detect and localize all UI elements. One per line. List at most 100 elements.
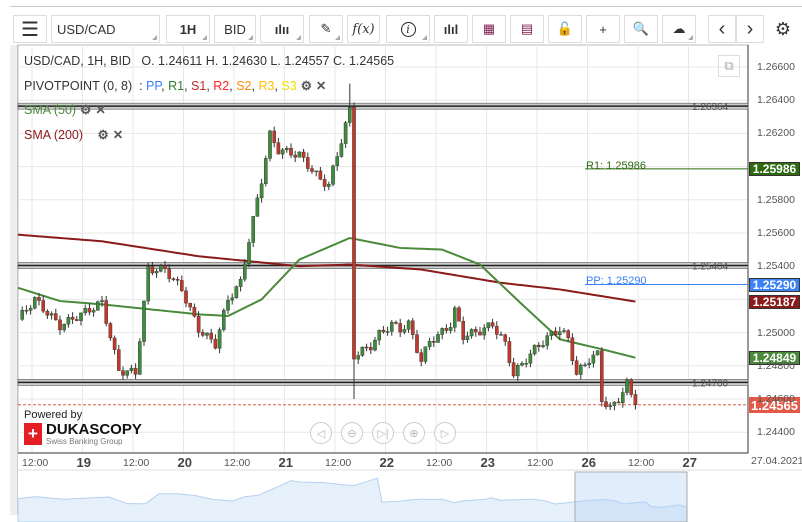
pivot-items: PP, R1, S1, R2, S2, R3, S3 (146, 79, 297, 93)
price-tick: 1.24800 (757, 359, 795, 372)
zoom-in-button[interactable]: ⊕ (403, 422, 425, 444)
zoom-out-button[interactable]: ⊖ (341, 422, 363, 444)
candle-body (242, 263, 247, 280)
price-tick: 1.26200 (757, 127, 795, 140)
candle-body (511, 362, 516, 377)
zoom-in-icon: ⊕ (409, 427, 419, 440)
pivot-item-r1: R1 (168, 79, 185, 93)
candle-body (41, 300, 45, 312)
scroll-right-button[interactable]: ▷ (434, 422, 456, 444)
pivot-label: PIVOTPOINT (0, 8) (24, 79, 133, 93)
powered-by: Powered by (24, 409, 83, 421)
horizontal-line-label: 1.25404 (692, 262, 729, 273)
candle-body (272, 130, 277, 143)
candle-body (364, 346, 369, 349)
pp-label: PP: 1.25290 (586, 275, 647, 287)
candle-body (37, 297, 41, 301)
r1-label: R1: 1.25986 (586, 160, 646, 172)
candle-body (28, 308, 33, 311)
candle-body (154, 271, 159, 274)
time-tick: 12:00 (224, 457, 251, 469)
candle-body (188, 302, 193, 308)
candle-body (574, 360, 579, 375)
candle-body (116, 349, 121, 371)
candle-body (104, 300, 108, 324)
candle-body (469, 329, 474, 337)
candle-body (558, 331, 562, 336)
candle-body (255, 197, 260, 217)
arrow-left-icon: ◁ (316, 427, 326, 440)
time-tick: 12:00 (527, 457, 554, 469)
candle-body (276, 142, 281, 155)
candle-body (432, 341, 436, 343)
close-icon[interactable]: ✕ (95, 102, 105, 117)
candle-body (528, 353, 533, 364)
candle-body (562, 330, 566, 332)
candle-body (230, 297, 235, 301)
candle-body (394, 322, 398, 324)
candle-body (570, 337, 575, 361)
candle-body (457, 307, 461, 322)
price-tick: 1.25800 (757, 193, 795, 206)
candle-body (133, 367, 138, 375)
candle-body (595, 350, 600, 356)
go-latest-button[interactable]: ▷| (372, 422, 394, 444)
sma50-legend: SMA (50) ⚙ ✕ (24, 102, 106, 117)
candle-body (524, 363, 528, 365)
gear-icon[interactable]: ⚙ (80, 102, 91, 117)
gear-icon[interactable]: ⚙ (97, 127, 108, 142)
price-tick: 1.25400 (757, 260, 795, 273)
candle-body (33, 297, 37, 309)
candle-body (247, 242, 251, 265)
candle-body (175, 278, 180, 281)
candle-body (356, 355, 361, 360)
candle-body (549, 330, 554, 336)
candle-body (385, 331, 390, 333)
price-tick: 1.25600 (757, 227, 795, 239)
candle-body (251, 216, 256, 243)
candle-body (322, 179, 327, 187)
comma: , (184, 79, 192, 93)
candle-body (327, 184, 331, 187)
candle-body (259, 183, 264, 199)
candle-body (474, 329, 478, 333)
candle-body (79, 312, 83, 321)
popout-button[interactable]: ⧉ (718, 55, 740, 77)
candle-body (226, 299, 230, 311)
price-tick: 1.26600 (757, 61, 795, 73)
candle-body (192, 306, 197, 317)
candle-body (45, 310, 50, 316)
candle-body (600, 350, 604, 402)
candle-body (390, 322, 394, 332)
candle-body (129, 367, 134, 371)
candle-body (499, 334, 503, 336)
sma200-label: SMA (200) (24, 128, 84, 142)
candle-body (545, 335, 549, 346)
candle-body (348, 107, 352, 123)
candle-body (444, 328, 449, 331)
brand-name: DUKASCOPY (46, 421, 142, 438)
zoom-out-icon: ⊖ (347, 427, 357, 440)
candle-body (377, 329, 382, 341)
scroll-left-button[interactable]: ◁ (310, 422, 332, 444)
candle-body (108, 323, 113, 339)
candle-body (461, 321, 466, 340)
candle-body (520, 363, 524, 366)
candle-body (478, 331, 482, 336)
gear-icon[interactable]: ⚙ (301, 78, 312, 93)
candle-body (360, 346, 365, 356)
pivot-sep: : (139, 79, 143, 93)
candle-body (503, 334, 508, 342)
candle-body (142, 300, 146, 342)
date-label: 27.04.2021 (751, 455, 802, 467)
candle-body (423, 346, 428, 362)
close-icon[interactable]: ✕ (316, 78, 326, 93)
candle-body (495, 325, 499, 335)
instrument-info: USD/CAD, 1H, BID (24, 54, 131, 68)
time-tick: 12:00 (123, 457, 150, 469)
close-icon[interactable]: ✕ (113, 127, 123, 142)
time-tick: 12:00 (22, 457, 49, 469)
candle-body (482, 327, 487, 336)
dukascopy-logo[interactable]: + DUKASCOPY Swiss Banking Group (24, 422, 142, 446)
day-tick: 23 (480, 455, 495, 470)
